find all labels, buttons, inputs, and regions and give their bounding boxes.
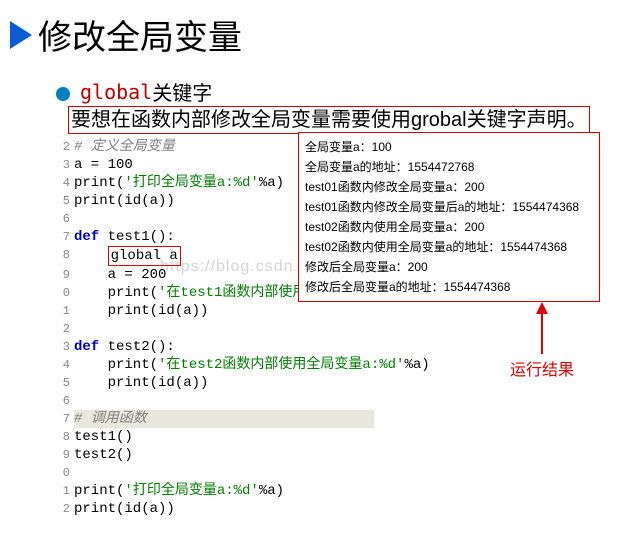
output-line: 全局变量a的地址：1554472768 xyxy=(305,157,593,177)
code-line: print(id(a)) xyxy=(74,192,175,210)
code-line: test1() xyxy=(74,428,133,446)
triangle-bullet-icon xyxy=(10,21,32,49)
output-line: test01函数内修改全局变量后a的地址：1554474368 xyxy=(305,197,593,217)
code-token: %a) xyxy=(259,175,284,191)
code-line: print(id(a)) xyxy=(74,374,208,392)
output-line: test02函数内使用全局变量a：200 xyxy=(305,217,593,237)
code-comment: # 定义全局变量 xyxy=(74,139,175,155)
arrow-label: 运行结果 xyxy=(510,356,574,380)
code-token: %a) xyxy=(404,357,429,373)
arrow-shaft xyxy=(541,314,543,354)
code-token: %a) xyxy=(259,483,284,499)
code-line: a = 200 xyxy=(74,266,166,284)
output-line: 全局变量a：100 xyxy=(305,137,593,157)
code-token: print( xyxy=(74,357,158,373)
code-string: '打印全局变量a:%d' xyxy=(124,175,258,191)
output-line: test02函数内使用全局变量a的地址：1554474368 xyxy=(305,237,593,257)
code-token: print( xyxy=(74,483,124,499)
code-string: '打印全局变量a:%d' xyxy=(124,483,258,499)
keyword-suffix: 关键字 xyxy=(152,77,212,106)
output-box: 全局变量a：100 全局变量a的地址：1554472768 test01函数内修… xyxy=(298,132,600,302)
dot-bullet-icon xyxy=(56,87,70,101)
code-token: print( xyxy=(74,285,158,301)
result-arrow: 运行结果 xyxy=(510,302,574,380)
code-line: print(id(a)) xyxy=(74,302,208,320)
code-funcname: test1(): xyxy=(99,229,175,245)
code-token: print( xyxy=(74,175,124,191)
code-line: test2() xyxy=(74,446,133,464)
code-line: print(id(a)) xyxy=(74,500,175,518)
code-string: '在test2函数内部使用全局变量a:%d' xyxy=(158,357,404,373)
output-line: test01函数内修改全局变量a：200 xyxy=(305,177,593,197)
code-comment: # 调用函数 xyxy=(74,411,147,427)
boxed-global-statement: global a xyxy=(108,246,181,266)
keyword-global: global xyxy=(80,80,152,104)
arrow-up-icon xyxy=(536,302,548,314)
code-line: a = 100 xyxy=(74,156,133,174)
output-line: 修改后全局变量a：200 xyxy=(305,257,593,277)
page-title: 修改全局变量 xyxy=(38,10,242,59)
code-funcname: test2(): xyxy=(99,339,175,355)
description-text: 要想在函数内部修改全局变量需要使用grobal关键字声明。 xyxy=(68,106,590,134)
output-line: 修改后全局变量a的地址：1554474368 xyxy=(305,277,593,297)
code-keyword: def xyxy=(74,339,99,355)
code-keyword: def xyxy=(74,229,99,245)
